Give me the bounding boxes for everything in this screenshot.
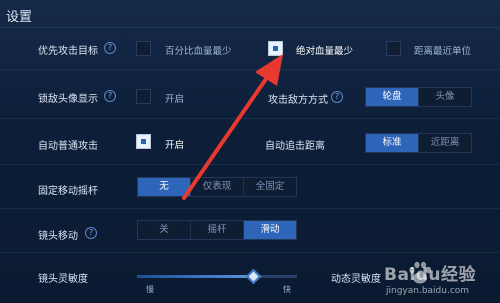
dynamic-sensitivity-label: 动态灵敏度 [331, 274, 381, 285]
camera-move-option-swipe[interactable]: 滑动 [244, 221, 296, 239]
attack-mode-option-wheel[interactable]: 轮盘 [366, 88, 419, 106]
row-divider [0, 208, 500, 209]
baidu-watermark: Baidu经验 jingyan.baidu.com [384, 254, 500, 303]
arrow-head [255, 54, 283, 86]
priority-option-nearest-label[interactable]: 距离最近单位 [414, 43, 471, 57]
priority-option-percent-label[interactable]: 百分比血量最少 [165, 43, 232, 57]
help-icon[interactable]: ? [104, 42, 116, 54]
fixed-joystick-label: 固定移动摇杆 [38, 186, 98, 197]
camera-sensitivity-fill [137, 275, 254, 278]
attack-mode-option-avatar[interactable]: 头像 [419, 88, 471, 106]
priority-target-label: 优先攻击目标 [38, 46, 98, 57]
auto-chase-segmented: 标准 近距离 [365, 133, 472, 153]
lock-avatar-option-label[interactable]: 开启 [165, 91, 184, 105]
auto-attack-label: 自动普通攻击 [38, 141, 98, 152]
page-title: 设置 [6, 10, 33, 25]
joystick-option-full[interactable]: 全固定 [244, 178, 296, 196]
priority-option-absolute-label[interactable]: 绝对血量最少 [296, 43, 353, 57]
priority-option-percent-checkbox[interactable] [136, 41, 151, 56]
help-icon[interactable]: ? [104, 90, 116, 102]
camera-sensitivity-label: 镜头灵敏度 [38, 274, 88, 285]
attack-mode-label: 攻击敌方方式 [268, 95, 328, 106]
camera-move-segmented: 关 摇杆 滑动 [137, 220, 297, 240]
watermark-brand: Baidu经验 [384, 265, 477, 285]
auto-chase-option-standard[interactable]: 标准 [366, 134, 419, 152]
joystick-option-visual[interactable]: 仅表现 [191, 178, 244, 196]
sensitivity-slow-label: 慢 [146, 285, 154, 294]
auto-attack-checkbox[interactable] [136, 134, 151, 149]
auto-chase-option-close[interactable]: 近距离 [419, 134, 471, 152]
auto-attack-option-label[interactable]: 开启 [165, 137, 184, 151]
lock-avatar-label: 锁敌头像显示 [38, 94, 98, 105]
help-icon[interactable]: ? [331, 91, 343, 103]
camera-move-option-off[interactable]: 关 [138, 221, 191, 239]
row-divider [0, 118, 500, 119]
row-divider [0, 69, 500, 70]
watermark-url: jingyan.baidu.com [386, 286, 470, 296]
title-divider [0, 27, 500, 28]
fixed-joystick-segmented: 无 仅表现 全固定 [137, 177, 297, 197]
attack-mode-segmented: 轮盘 头像 [365, 87, 472, 107]
priority-option-absolute-checkbox[interactable] [268, 41, 283, 56]
camera-move-label: 镜头移动 [38, 231, 78, 242]
row-divider [0, 252, 500, 253]
joystick-option-none[interactable]: 无 [138, 178, 191, 196]
camera-move-option-joystick[interactable]: 摇杆 [191, 221, 244, 239]
row-divider [0, 164, 500, 165]
camera-sensitivity-thumb[interactable] [245, 268, 262, 285]
sensitivity-fast-label: 快 [283, 285, 291, 294]
priority-option-nearest-checkbox[interactable] [386, 41, 401, 56]
lock-avatar-checkbox[interactable] [136, 89, 151, 104]
help-icon[interactable]: ? [85, 227, 97, 239]
auto-chase-label: 自动追击距离 [265, 141, 325, 152]
